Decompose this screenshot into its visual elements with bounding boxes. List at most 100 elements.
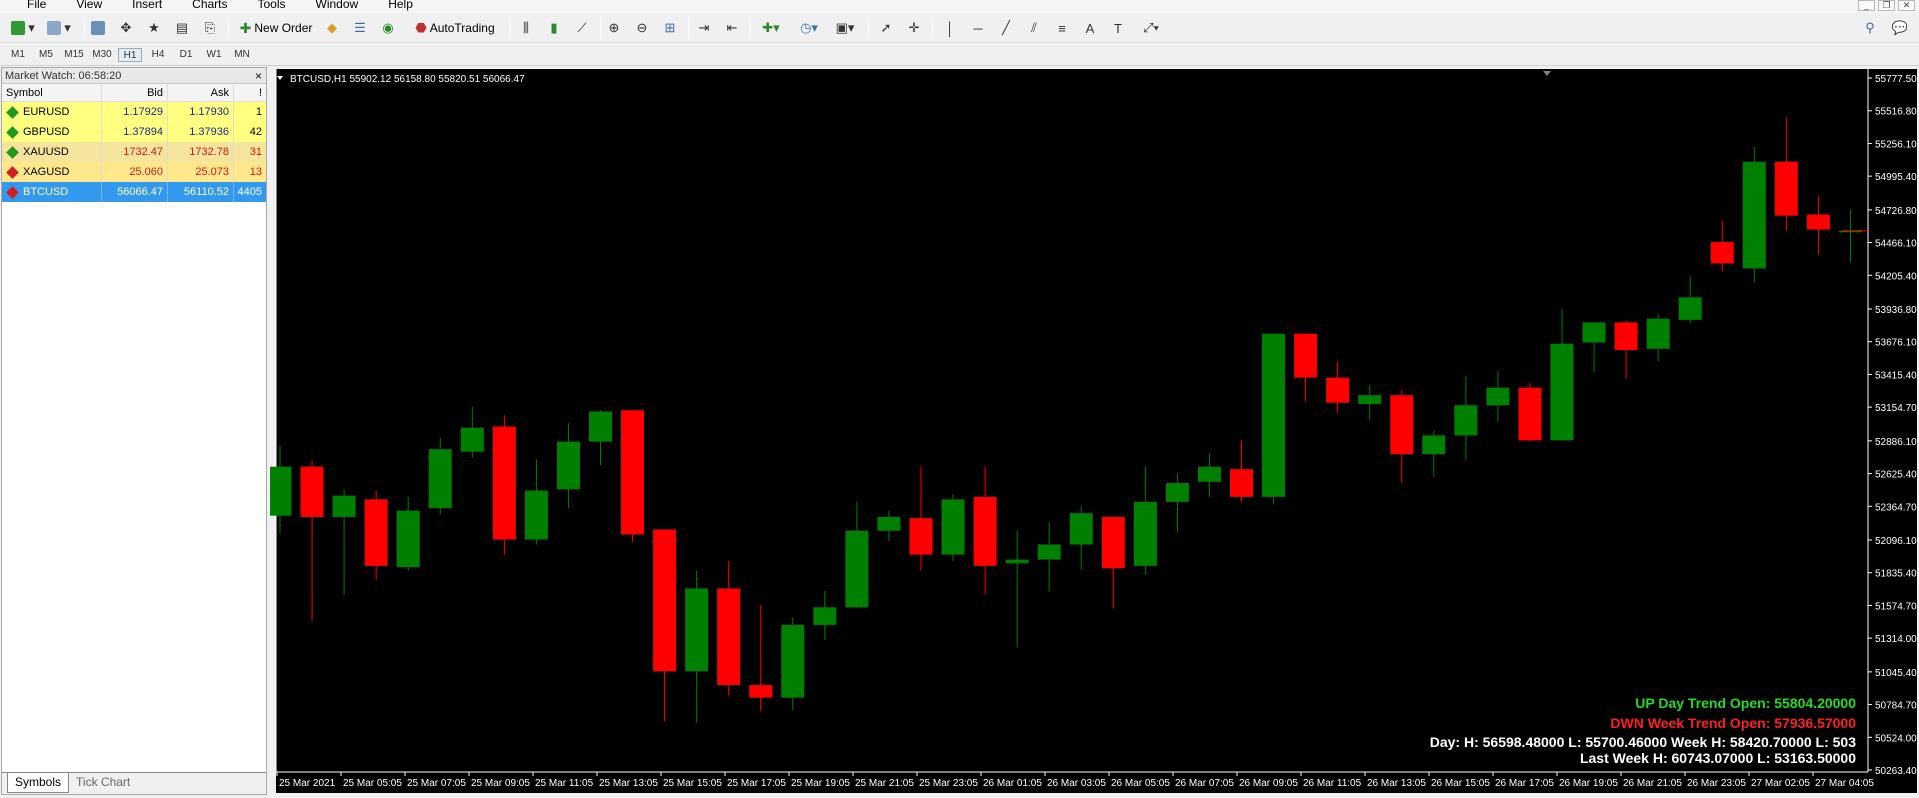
text-tool-button[interactable]: A xyxy=(1080,18,1100,38)
autoscroll-button[interactable]: ⇤ xyxy=(722,18,742,38)
symbol-row-xagusd[interactable]: XAGUSD 25.060 25.073 13 xyxy=(2,162,266,182)
ask-cell: 1.17930 xyxy=(168,102,234,122)
candle-bullish xyxy=(1069,513,1093,545)
strategy-tester-button[interactable]: ⎘ xyxy=(200,18,220,38)
market-watch-rows: EURUSD 1.17929 1.17930 1 GBPUSD 1.37894 1.3793… xyxy=(2,102,266,202)
timeframe-m1[interactable]: M1 xyxy=(6,48,30,62)
candle-bullish xyxy=(1262,333,1286,497)
new-chart-button[interactable]: ▾ xyxy=(8,18,38,38)
candle-bearish xyxy=(653,529,677,672)
chat-icon[interactable]: 💬 xyxy=(1890,18,1910,38)
menu-item-window[interactable]: Window xyxy=(297,0,370,12)
navigator-button[interactable]: ✥ xyxy=(116,18,136,38)
market-watch-button[interactable] xyxy=(88,18,108,38)
bar-chart-button[interactable]: ⫼ xyxy=(516,18,536,38)
y-tick-label: 51045.40 xyxy=(1875,668,1917,679)
timeframe-w1[interactable]: W1 xyxy=(202,48,226,62)
autotrading-button[interactable]: ⬣ AutoTrading xyxy=(406,18,502,38)
candle-bullish xyxy=(1646,318,1670,349)
info-line-1: UP Day Trend Open: 55804.20000 xyxy=(1635,695,1856,711)
column-symbol[interactable]: Symbol xyxy=(2,84,102,101)
zoom-out-button[interactable]: ⊖ xyxy=(632,18,652,38)
market-button[interactable]: ◉ xyxy=(378,18,398,38)
chart-shift-button[interactable]: ⇥ xyxy=(694,18,714,38)
bid-cell: 56066.47 xyxy=(102,182,168,202)
vertical-line-button[interactable]: │ xyxy=(940,18,960,38)
symbol-direction-icon xyxy=(6,105,19,119)
symbol-direction-icon xyxy=(6,165,19,179)
timeframe-mn[interactable]: MN xyxy=(230,48,254,62)
search-icon[interactable]: ⚲ xyxy=(1860,18,1880,38)
candle-bearish xyxy=(1326,377,1350,403)
periods-button[interactable]: ◷▾ xyxy=(794,18,824,38)
tab-symbols[interactable]: Symbols xyxy=(7,773,70,793)
x-tick-label: 26 Mar 05:05 xyxy=(1111,778,1170,789)
close-button[interactable]: ✕ xyxy=(1898,0,1915,11)
x-tick-label: 26 Mar 15:05 xyxy=(1431,778,1490,789)
candle-bullish xyxy=(941,499,965,555)
symbol-row-gbpusd[interactable]: GBPUSD 1.37894 1.37936 42 xyxy=(2,122,266,142)
metaeditor-button[interactable]: ◆ xyxy=(322,18,342,38)
menu-item-view[interactable]: View xyxy=(57,0,113,12)
symbol-row-eurusd[interactable]: EURUSD 1.17929 1.17930 1 xyxy=(2,102,266,122)
market-watch-close-icon[interactable]: × xyxy=(255,68,262,84)
timeframe-m30[interactable]: M30 xyxy=(90,48,114,62)
arrows-button[interactable]: ⤢▾ xyxy=(1136,18,1166,38)
crosshair-tool-button[interactable]: ✛ xyxy=(904,18,924,38)
x-tick-label: 25 Mar 23:05 xyxy=(919,778,978,789)
x-tick-label: 25 Mar 19:05 xyxy=(791,778,850,789)
column-ask[interactable]: Ask xyxy=(168,84,234,101)
x-tick-label: 26 Mar 07:05 xyxy=(1175,778,1234,789)
horizontal-line-button[interactable]: ─ xyxy=(968,18,988,38)
candle-bullish xyxy=(524,490,548,540)
plot-area[interactable] xyxy=(276,69,1868,772)
column-bid[interactable]: Bid xyxy=(102,84,168,101)
templates-button[interactable]: ▣▾ xyxy=(830,18,860,38)
menu-item-insert[interactable]: Insert xyxy=(113,0,173,12)
timeframe-d1[interactable]: D1 xyxy=(174,48,198,62)
trendline-button[interactable]: ╱ xyxy=(996,18,1016,38)
ask-cell: 1732.78 xyxy=(168,142,234,162)
symbol-row-xauusd[interactable]: XAUUSD 1732.47 1732.78 31 xyxy=(2,142,266,162)
equidistant-channel-button[interactable]: ⫽ xyxy=(1024,18,1044,38)
column-spread[interactable]: ! xyxy=(234,84,266,101)
timeframe-m5[interactable]: M5 xyxy=(34,48,58,62)
fibonacci-button[interactable]: ≡ xyxy=(1052,18,1072,38)
ask-cell: 25.073 xyxy=(168,162,234,182)
menu-item-charts[interactable]: Charts xyxy=(173,0,238,12)
restore-button[interactable]: ❐ xyxy=(1878,0,1895,11)
tab-tick-chart[interactable]: Tick Chart xyxy=(69,773,137,794)
data-window-button[interactable]: ▤ xyxy=(172,18,192,38)
main-toolbar: ▾ ▾ ✥ ★ ▤ ⎘ ✚ New Order ◆ ☰ ◉ ⬣ AutoTradin… xyxy=(0,13,1919,43)
tile-windows-button[interactable]: ⊞ xyxy=(660,18,680,38)
minimize-button[interactable]: _ xyxy=(1858,0,1875,11)
x-tick-label: 26 Mar 21:05 xyxy=(1623,778,1682,789)
favorites-button[interactable]: ★ xyxy=(144,18,164,38)
profiles-button[interactable]: ▾ xyxy=(44,18,74,38)
line-chart-button[interactable]: ⟋ xyxy=(572,18,592,38)
market-watch-tabs: Symbols Tick Chart xyxy=(2,772,266,794)
signals-button[interactable]: ☰ xyxy=(350,18,370,38)
menu-item-tools[interactable]: Tools xyxy=(239,0,297,12)
y-tick-label: 54995.40 xyxy=(1875,172,1917,183)
zoom-in-button[interactable]: ⊕ xyxy=(604,18,624,38)
market-watch-panel: Market Watch: 06:58:20 × Symbol Bid Ask … xyxy=(1,67,267,795)
price-chart[interactable]: 55777.50 55516.80 55256.10 54995.40 54726.80… xyxy=(268,67,1919,795)
text-label-button[interactable]: T xyxy=(1108,18,1128,38)
timeframe-m15[interactable]: M15 xyxy=(62,48,86,62)
y-tick-label: 55256.10 xyxy=(1875,139,1917,150)
symbol-row-btcusd[interactable]: BTCUSD 56066.47 56110.52 4405 xyxy=(2,182,266,202)
market-watch-title: Market Watch: 06:58:20 × xyxy=(2,68,266,84)
timeframe-h4[interactable]: H4 xyxy=(146,48,170,62)
timeframe-h1[interactable]: H1 xyxy=(118,48,142,62)
indicators-button[interactable]: ✚▾ xyxy=(756,18,786,38)
menu-item-help[interactable]: Help xyxy=(369,0,424,12)
x-tick-label: 26 Mar 17:05 xyxy=(1495,778,1554,789)
candlestick-chart-button[interactable]: ▮ xyxy=(544,18,564,38)
new-order-button[interactable]: ✚ New Order xyxy=(234,18,316,38)
x-tick-label: 26 Mar 13:05 xyxy=(1367,778,1426,789)
cursor-tool-button[interactable]: ➚ xyxy=(876,18,896,38)
candle-bearish xyxy=(1710,242,1734,264)
candle-bearish xyxy=(300,466,324,517)
menu-item-file[interactable]: File xyxy=(8,0,57,12)
